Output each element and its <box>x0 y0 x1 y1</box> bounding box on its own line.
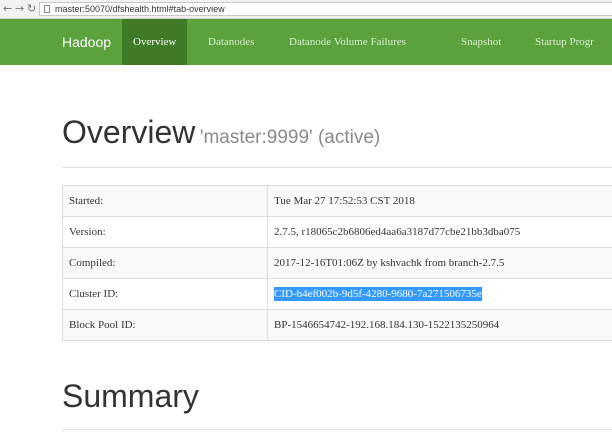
cluster-id-selected-text[interactable]: CID-b4ef002b-9d5f-4280-9680-7a271506735e <box>274 287 482 301</box>
forward-arrow-icon[interactable]: → <box>15 2 24 16</box>
row-label: Cluster ID: <box>62 278 268 310</box>
row-label: Compiled: <box>62 247 268 279</box>
row-label: Block Pool ID: <box>62 309 268 341</box>
tab-startup-progress[interactable]: Startup Progr <box>535 19 594 65</box>
row-value: 2.7.5, r18065c2b6806ed4aa6a3187d77cbe21b… <box>267 216 612 248</box>
tab-datanodes[interactable]: Datanodes <box>208 19 254 65</box>
url-text[interactable]: master:50070/dfshealth.html#tab-overview <box>55 4 225 15</box>
divider <box>62 429 612 430</box>
divider <box>62 167 612 168</box>
page-title: Overview 'master:9999' (active) <box>62 114 380 151</box>
row-value: Tue Mar 27 17:52:53 CST 2018 <box>267 185 612 217</box>
namenode-subtitle: 'master:9999' (active) <box>199 127 381 148</box>
table-row: Compiled: 2017-12-16T01:06Z by kshvachk … <box>62 247 612 279</box>
table-row: Started: Tue Mar 27 17:52:53 CST 2018 <box>62 185 612 217</box>
browser-toolbar: ← → ↻ master:50070/dfshealth.html#tab-ov… <box>0 0 612 19</box>
table-row: Version: 2.7.5, r18065c2b6806ed4aa6a3187… <box>62 216 612 248</box>
page-icon <box>44 5 50 13</box>
tab-overview[interactable]: Overview <box>122 19 188 65</box>
summary-heading: Summary <box>62 378 199 414</box>
tab-datanode-volume-failures[interactable]: Datanode Volume Failures <box>289 19 406 65</box>
overview-heading: Overview <box>62 114 196 150</box>
row-value: 2017-12-16T01:06Z by kshvachk from branc… <box>267 247 612 279</box>
row-value: BP-1546654742-192.168.184.130-1522135250… <box>267 309 612 341</box>
row-label: Started: <box>62 185 268 217</box>
row-label: Version: <box>62 216 268 248</box>
table-row: Cluster ID: CID-b4ef002b-9d5f-4280-9680-… <box>62 278 612 310</box>
tab-snapshot[interactable]: Snapshot <box>461 19 501 65</box>
row-value: CID-b4ef002b-9d5f-4280-9680-7a271506735e <box>267 278 612 310</box>
table-row: Block Pool ID: BP-1546654742-192.168.184… <box>62 309 612 341</box>
back-arrow-icon[interactable]: ← <box>3 2 12 16</box>
brand-link[interactable]: Hadoop <box>62 19 111 65</box>
reload-icon[interactable]: ↻ <box>27 2 36 16</box>
overview-table: Started: Tue Mar 27 17:52:53 CST 2018 Ve… <box>62 185 612 341</box>
address-bar[interactable]: master:50070/dfshealth.html#tab-overview <box>39 2 612 16</box>
navbar: Hadoop Overview Datanodes Datanode Volum… <box>0 19 612 65</box>
